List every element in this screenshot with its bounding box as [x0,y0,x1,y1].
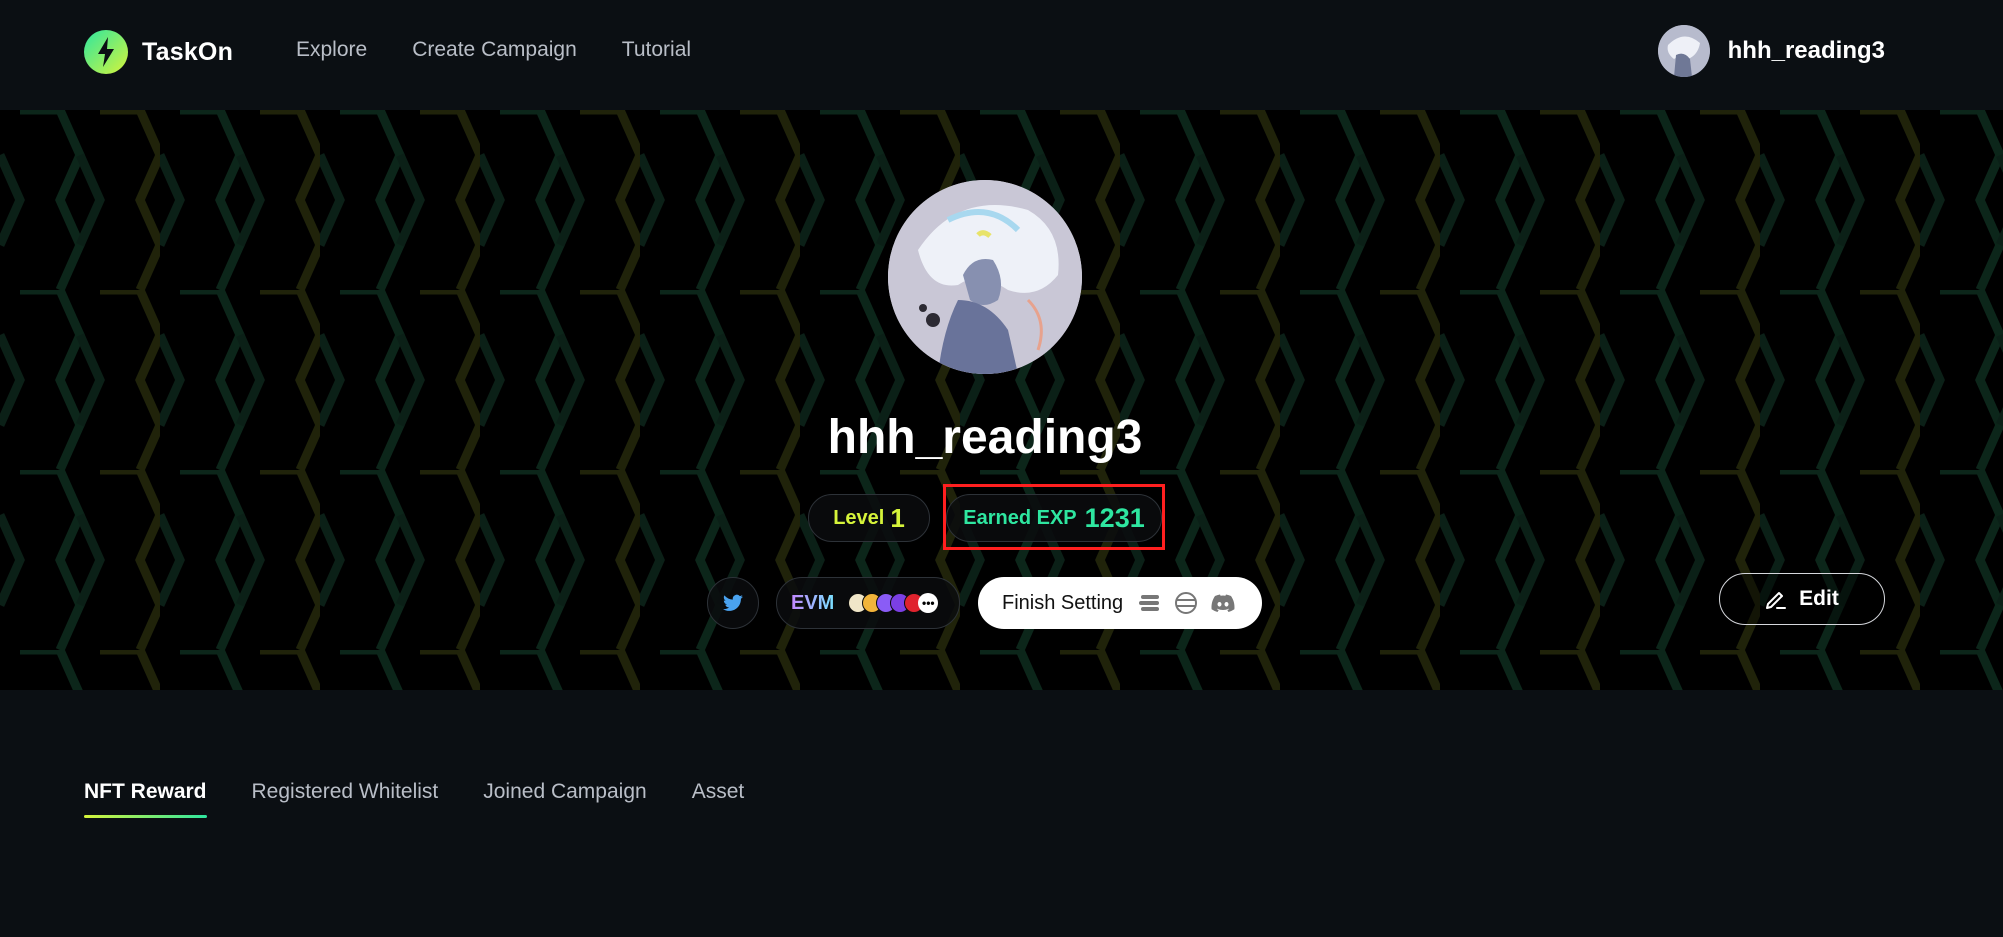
more-chains-icon: ••• [918,593,939,613]
pencil-icon [1766,592,1787,609]
profile-tabs: NFT Reward Registered Whitelist Joined C… [84,780,744,818]
user-menu[interactable]: hhh_reading3 [1657,25,1885,77]
twitter-icon [723,594,743,611]
main-nav: Explore Create Campaign Tutorial [296,38,691,62]
finish-setting-label: Finish Setting [1002,591,1124,614]
brand-name: TaskOn [142,37,234,66]
chain-icons: ••• [848,593,939,613]
level-label: Level [833,506,885,529]
edit-label: Edit [1799,587,1839,610]
evm-label: EVM [791,591,835,614]
layers-icon [1139,595,1160,611]
finish-setting-button[interactable]: Finish Setting [978,577,1262,629]
tab-asset[interactable]: Asset [692,780,745,818]
nav-create-campaign[interactable]: Create Campaign [412,38,577,62]
user-name: hhh_reading3 [1727,37,1885,64]
profile-avatar [888,180,1082,374]
globe-lines-icon [1175,592,1198,614]
tab-nft-reward[interactable]: NFT Reward [84,780,207,818]
earned-exp-highlight-box [943,484,1165,550]
evm-wallet-badge[interactable]: EVM ••• [776,577,960,629]
nav-tutorial[interactable]: Tutorial [622,38,691,62]
discord-icon [1211,594,1235,612]
avatar [1657,25,1710,77]
nav-explore[interactable]: Explore [296,38,367,62]
profile-banner: hhh_reading3 Level 1 Earned EXP 1231 EVM… [0,110,2003,690]
twitter-button[interactable] [707,577,759,629]
profile-name: hhh_reading3 [827,411,1143,464]
edit-profile-button[interactable]: Edit [1719,573,1885,625]
tab-joined-campaign[interactable]: Joined Campaign [483,780,646,818]
level-value: 1 [890,502,905,533]
taskon-logo-icon [84,30,128,74]
top-nav: TaskOn Explore Create Campaign Tutorial … [0,0,2003,110]
taskon-logo[interactable]: TaskOn [84,30,233,74]
level-badge: Level 1 [808,494,930,542]
tab-registered-whitelist[interactable]: Registered Whitelist [252,780,439,818]
